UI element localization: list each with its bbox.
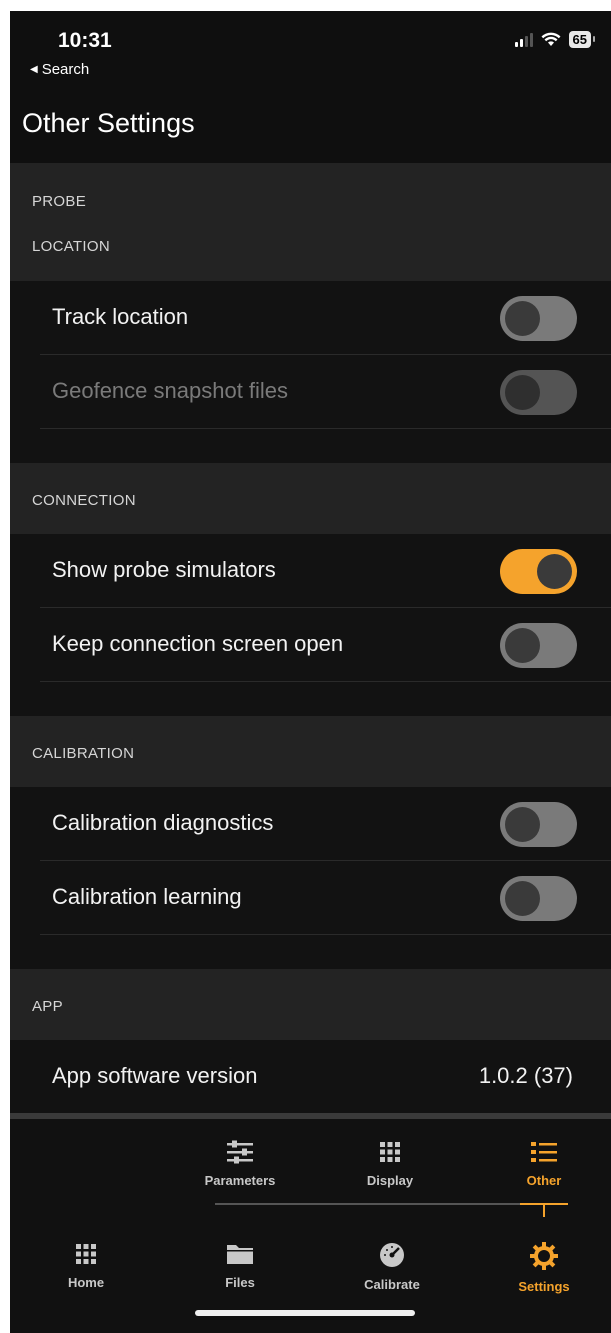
location-group: Track location Geofence snapshot files	[10, 281, 611, 463]
probe-header-label: PROBE	[32, 193, 87, 210]
track-location-toggle[interactable]	[500, 296, 577, 341]
calibration-diagnostics-toggle[interactable]	[500, 802, 577, 847]
wifi-icon	[541, 32, 561, 46]
back-arrow-icon: ◀	[30, 64, 38, 75]
probe-section-header: PROBE LOCATION	[10, 163, 611, 281]
gear-icon	[530, 1242, 558, 1270]
status-indicators: 65	[514, 31, 596, 48]
connection-group: Show probe simulators Keep connection sc…	[10, 534, 611, 716]
keep-connection-screen-toggle[interactable]	[500, 623, 577, 668]
connection-section-header: CONNECTION	[10, 463, 611, 534]
calibration-header-label: CALIBRATION	[32, 745, 135, 762]
connection-header-label: CONNECTION	[32, 492, 136, 509]
tab-display[interactable]: Display	[335, 1139, 445, 1188]
sub-tab-track	[215, 1203, 557, 1205]
location-header-label: LOCATION	[32, 238, 110, 255]
cellular-signal-icon	[514, 32, 533, 47]
geofence-snapshot-row: Geofence snapshot files	[40, 355, 611, 429]
calibration-learning-row: Calibration learning	[40, 861, 611, 935]
calibration-learning-toggle[interactable]	[500, 876, 577, 921]
tab-parameters-label: Parameters	[204, 1173, 276, 1188]
tab-parameters[interactable]: Parameters	[185, 1139, 295, 1188]
tab-settings-label: Settings	[518, 1279, 570, 1294]
battery-icon: 65	[568, 31, 596, 48]
geofence-snapshot-label: Geofence snapshot files	[52, 378, 289, 403]
back-to-search-link[interactable]: ◀ Search	[30, 61, 89, 78]
grid-icon	[76, 1244, 96, 1264]
app-header-label: APP	[32, 998, 63, 1015]
calibration-diagnostics-label: Calibration diagnostics	[52, 810, 274, 835]
back-label: Search	[41, 61, 90, 78]
tab-home[interactable]: Home	[31, 1241, 141, 1290]
tab-calibrate[interactable]: Calibrate	[337, 1241, 447, 1292]
app-version-row: App software version 1.0.2 (37)	[40, 1040, 611, 1114]
calibration-learning-label: Calibration learning	[52, 884, 242, 909]
gauge-icon	[380, 1243, 404, 1267]
tab-files[interactable]: Files	[185, 1241, 295, 1290]
tab-home-label: Home	[67, 1275, 105, 1290]
tab-files-label: Files	[225, 1275, 255, 1290]
tab-other[interactable]: Other	[489, 1139, 599, 1188]
sub-tab-connector	[543, 1203, 545, 1217]
grid-icon	[380, 1142, 400, 1162]
calibration-group: Calibration diagnostics Calibration lear…	[10, 787, 611, 969]
list-icon	[531, 1142, 557, 1162]
sliders-icon	[227, 1140, 253, 1164]
tab-calibrate-label: Calibrate	[364, 1277, 420, 1292]
app-section-header: APP	[10, 969, 611, 1040]
calibration-diagnostics-row: Calibration diagnostics	[40, 787, 611, 861]
home-indicator[interactable]	[195, 1310, 415, 1316]
folder-icon	[227, 1245, 253, 1264]
status-time: 10:31	[58, 29, 112, 52]
tab-other-label: Other	[526, 1173, 562, 1188]
keep-connection-screen-row: Keep connection screen open	[40, 608, 611, 682]
calibration-section-header: CALIBRATION	[10, 716, 611, 787]
app-group: App software version 1.0.2 (37)	[10, 1040, 611, 1113]
app-screen: 10:31 ◀ Search 65 Other Settings PROBE L…	[10, 11, 611, 1333]
page-title: Other Settings	[22, 108, 195, 138]
bottom-navigation: Parameters Display Other Home Files Cali…	[10, 1119, 611, 1333]
app-version-label: App software version	[52, 1063, 258, 1088]
tab-settings[interactable]: Settings	[489, 1241, 599, 1294]
track-location-row: Track location	[40, 281, 611, 355]
keep-connection-screen-label: Keep connection screen open	[52, 631, 344, 656]
track-location-label: Track location	[52, 304, 189, 329]
show-probe-simulators-label: Show probe simulators	[52, 557, 276, 582]
show-probe-simulators-row: Show probe simulators	[40, 534, 611, 608]
tab-display-label: Display	[366, 1173, 414, 1188]
show-probe-simulators-toggle[interactable]	[500, 549, 577, 594]
geofence-snapshot-toggle[interactable]	[500, 370, 577, 415]
app-version-value: 1.0.2 (37)	[478, 1063, 573, 1088]
